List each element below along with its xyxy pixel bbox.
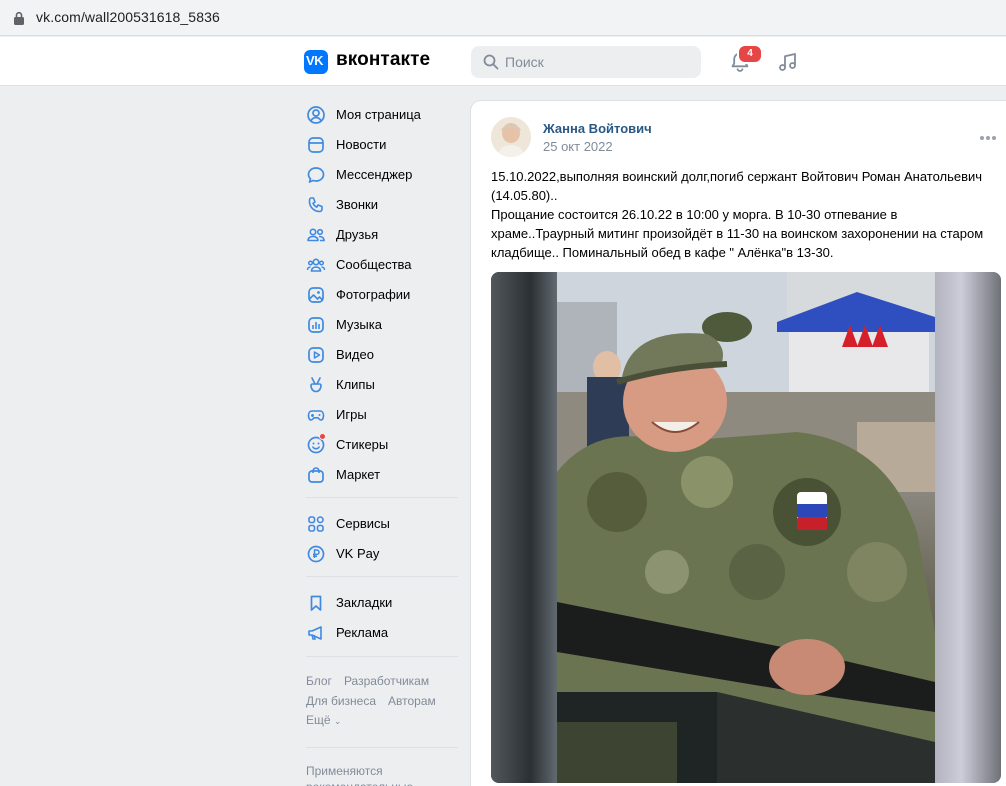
post-text: 15.10.2022,выполняя воинский долг,погиб … <box>491 167 1001 262</box>
sidebar-item-ads[interactable]: Реклама <box>304 618 464 646</box>
more-options-icon[interactable] <box>980 129 1000 145</box>
stickers-new-dot <box>319 433 326 440</box>
sidebar-divider <box>306 497 458 498</box>
browser-address-bar[interactable]: vk.com/wall200531618_5836 <box>0 0 1006 36</box>
sidebar-item-market[interactable]: Маркет <box>304 460 464 488</box>
gamepad-icon <box>307 410 325 421</box>
post-text-line: храме..Траурный митинг произойдёт в 11-3… <box>491 226 984 241</box>
sidebar-item-friends[interactable]: Друзья <box>304 220 464 248</box>
video-icon <box>308 347 324 363</box>
megaphone-icon <box>308 626 322 640</box>
sidebar-item-vkpay[interactable]: VK Pay <box>304 539 464 567</box>
music-note-icon[interactable] <box>776 50 800 74</box>
footer-link-blog[interactable]: Блог <box>306 674 332 688</box>
sidebar-item-calls[interactable]: Звонки <box>304 190 464 218</box>
sidebar-item-stickers[interactable]: Стикеры <box>304 430 464 458</box>
notification-badge: 4 <box>737 44 763 64</box>
sidebar-item-clips[interactable]: Клипы <box>304 370 464 398</box>
vkpay-icon <box>307 545 325 563</box>
sidebar-item-bookmarks[interactable]: Закладки <box>304 588 464 616</box>
wall-post: Жанна Войтович 25 окт 2022 15.10.2022,вы… <box>471 101 1006 786</box>
url-text[interactable]: vk.com/wall200531618_5836 <box>36 9 220 25</box>
sidebar-item-services[interactable]: Сервисы <box>304 509 464 537</box>
phone-icon <box>308 197 323 213</box>
footer-links-row: Блог Разработчикам <box>306 674 441 688</box>
sidebar-item-news[interactable]: Новости <box>304 130 464 158</box>
sidebar-item-games[interactable]: Игры <box>304 400 464 428</box>
clips-icon <box>310 377 322 393</box>
footer-links-row: Ещё ⌄ <box>306 713 353 727</box>
message-icon <box>307 167 325 183</box>
newsfeed-icon <box>308 137 324 153</box>
services-grid-icon <box>308 516 324 532</box>
search-box[interactable] <box>471 46 701 78</box>
post-text-line: (14.05.80).. <box>491 188 558 203</box>
sidebar-item-communities[interactable]: Сообщества <box>304 250 464 278</box>
user-circle-icon <box>307 106 325 124</box>
market-bag-icon <box>308 467 324 483</box>
post-text-line: кладбище.. Поминальный обед в кафе " Алё… <box>491 245 834 260</box>
post-photo[interactable] <box>491 272 1001 783</box>
sidebar-item-video[interactable]: Видео <box>304 340 464 368</box>
photo-blur-left <box>491 272 557 783</box>
sidebar-item-messenger[interactable]: Мессенджер <box>304 160 464 188</box>
photo-icon <box>308 287 324 303</box>
search-input[interactable] <box>505 46 695 78</box>
sidebar-item-my-page[interactable]: Моя страница <box>304 100 464 128</box>
music-icon <box>308 317 324 333</box>
lock-icon <box>14 11 24 25</box>
chevron-down-icon: ⌄ <box>333 716 342 726</box>
soldier-photo <box>557 272 935 783</box>
author-avatar[interactable] <box>491 117 531 157</box>
post-text-line: 15.10.2022,выполняя воинский долг,погиб … <box>491 169 983 184</box>
search-icon <box>483 54 499 70</box>
sidebar-divider <box>306 747 458 748</box>
post-date[interactable]: 25 окт 2022 <box>543 139 613 154</box>
friends-icon <box>307 228 325 242</box>
sidebar-divider <box>306 576 458 577</box>
footer-link-more[interactable]: Ещё ⌄ <box>306 713 341 727</box>
photo-blur-right <box>935 272 1001 783</box>
sidebar-item-music[interactable]: Музыка <box>304 310 464 338</box>
footer-links-row: Для бизнеса Авторам <box>306 694 448 708</box>
post-text-line: Прощание состоится 26.10.22 в 10:00 у мо… <box>491 207 898 222</box>
communities-icon <box>306 258 326 272</box>
bookmark-icon <box>310 595 322 611</box>
post-author-name[interactable]: Жанна Войтович <box>543 121 652 136</box>
recommendation-notice[interactable]: Применяются рекомендательные <box>306 763 416 786</box>
footer-link-developers[interactable]: Разработчикам <box>344 674 429 688</box>
vk-logo-text[interactable]: вконтакте <box>336 49 430 71</box>
vk-header: VK вконтакте 4 <box>0 37 1006 86</box>
footer-link-business[interactable]: Для бизнеса <box>306 694 376 708</box>
vk-logo-icon[interactable]: VK <box>304 50 328 74</box>
footer-link-authors[interactable]: Авторам <box>388 694 436 708</box>
sidebar-divider <box>306 656 458 657</box>
sidebar-item-photos[interactable]: Фотографии <box>304 280 464 308</box>
